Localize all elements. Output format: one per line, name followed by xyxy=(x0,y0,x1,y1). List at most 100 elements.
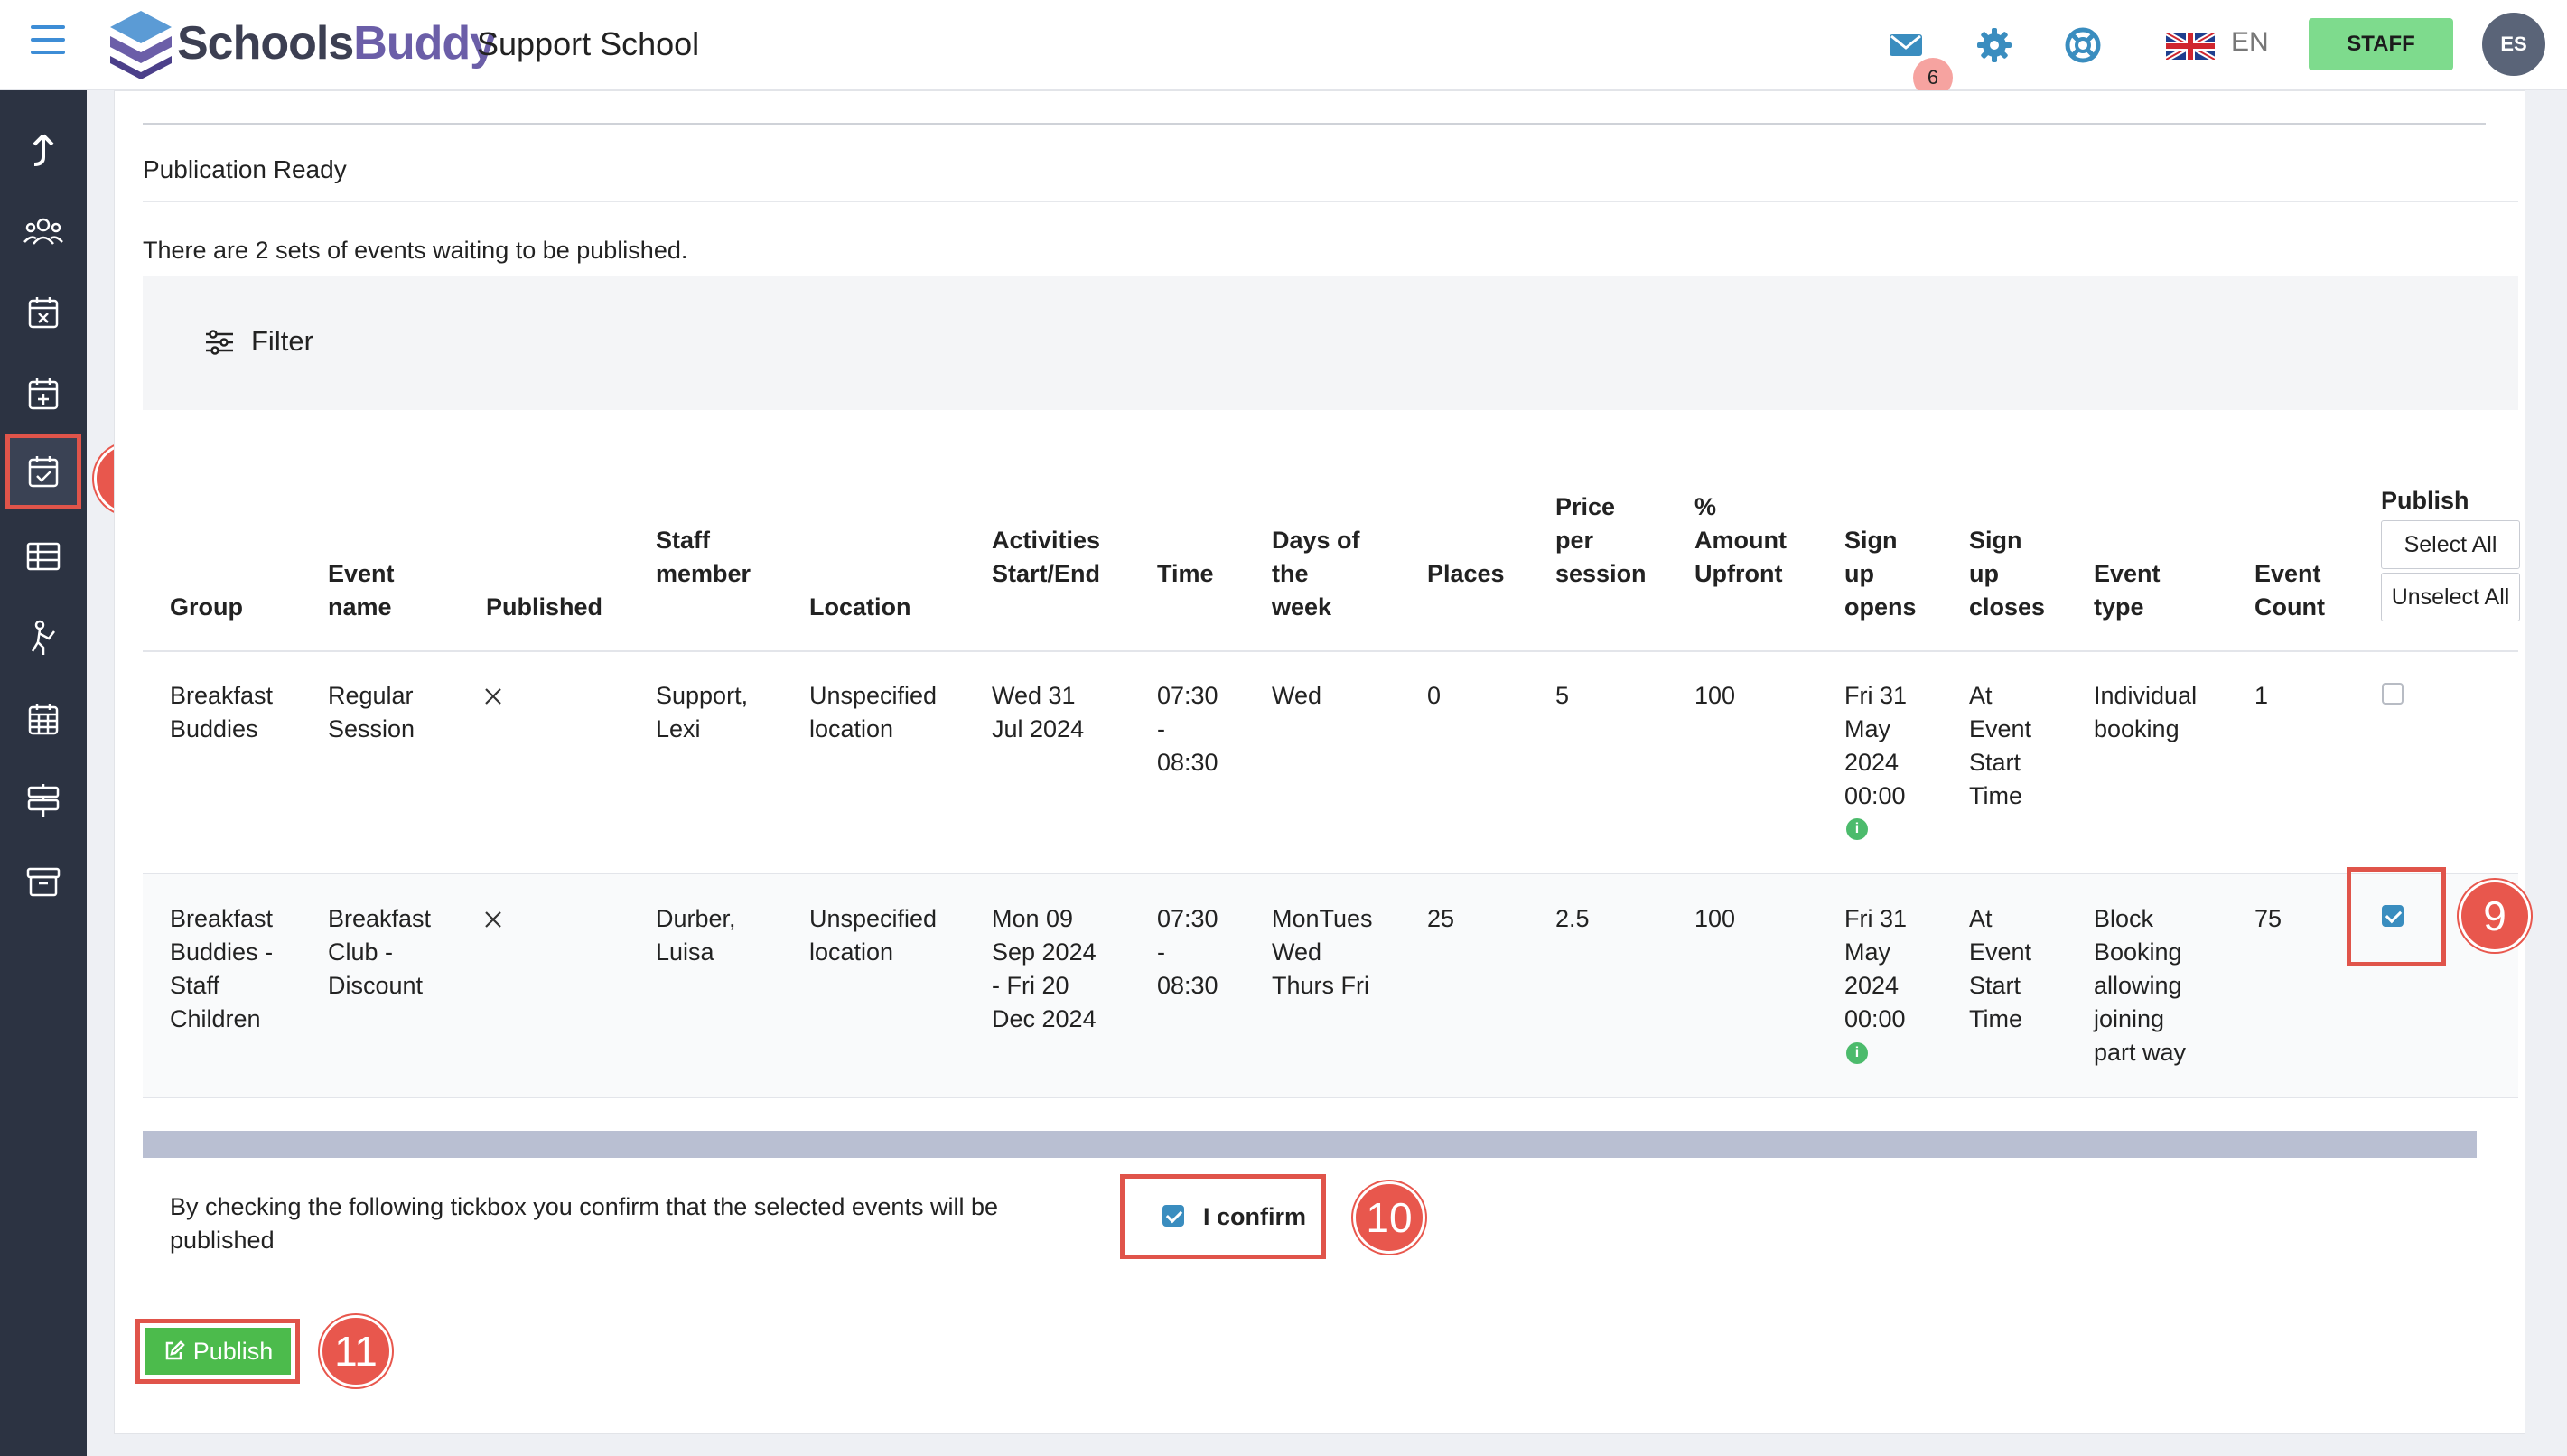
header-closes-line1[interactable]: Sign xyxy=(1969,524,2022,557)
sidebar-item-calendar[interactable] xyxy=(16,692,70,746)
filter-panel xyxy=(143,276,2518,410)
language-selector[interactable]: EN xyxy=(2231,27,2269,58)
sidebar-item-signpost[interactable] xyxy=(16,773,70,827)
row2-closes-line3: Start xyxy=(1969,972,2021,999)
row2-staff-line2: Luisa xyxy=(656,938,714,966)
row2-event-name-line3: Discount xyxy=(328,972,424,999)
school-name: Support School xyxy=(477,25,700,62)
header-event-name-line1[interactable]: Event xyxy=(328,557,395,591)
confirm-checkbox[interactable] xyxy=(1162,1205,1184,1227)
sidebar-item-calendar-cancel[interactable] xyxy=(16,285,70,340)
header-places[interactable]: Places xyxy=(1427,557,1505,591)
header-amount-line2[interactable]: Amount xyxy=(1694,524,1787,557)
calendar-plus-icon xyxy=(28,378,59,410)
header-count-line1[interactable]: Event xyxy=(2254,557,2321,591)
people-icon xyxy=(23,218,63,245)
filter-toggle[interactable]: Filter xyxy=(251,325,313,358)
row1-opens-line4: 00:00 xyxy=(1844,782,1906,809)
row1-publish-checkbox[interactable] xyxy=(2382,683,2404,705)
brand-part1: Schools xyxy=(177,17,354,70)
mail-icon[interactable] xyxy=(1886,25,1926,65)
row2-publish-checkbox[interactable] xyxy=(2382,905,2404,927)
row2-staff-line1: Durber, xyxy=(656,905,736,932)
header-type-line1[interactable]: Event xyxy=(2094,557,2161,591)
header-staff-line1[interactable]: Staff xyxy=(656,524,710,557)
table-bottom-divider xyxy=(143,1097,2518,1098)
header-staff-line2[interactable]: member xyxy=(656,557,751,591)
brand-part2: Buddy xyxy=(353,17,496,70)
row2-time-line1: 07:30 xyxy=(1157,905,1218,932)
header-closes-line3[interactable]: closes xyxy=(1969,591,2045,624)
row2-price: 2.5 xyxy=(1555,905,1590,932)
header-opens-line2[interactable]: up xyxy=(1844,557,1874,591)
header-published[interactable]: Published xyxy=(486,591,602,624)
row2-time-line3: 08:30 xyxy=(1157,972,1218,999)
row1-activities-line2: Jul 2024 xyxy=(992,715,1085,742)
menu-icon[interactable] xyxy=(31,25,65,54)
row1-opens-line3: 2024 xyxy=(1844,749,1900,776)
help-lifebuoy-icon[interactable] xyxy=(2063,25,2103,65)
header-amount-line1[interactable]: % xyxy=(1694,490,1716,524)
header-location[interactable]: Location xyxy=(809,591,911,624)
uk-flag-icon[interactable] xyxy=(2166,33,2215,60)
row2-group-line1: Breakfast xyxy=(170,905,274,932)
annotation-9: 9 xyxy=(2459,880,2531,952)
row2-location-line2: location xyxy=(809,938,894,966)
header-closes-line2[interactable]: up xyxy=(1969,557,1999,591)
annotation-11: 11 xyxy=(320,1315,392,1387)
row1-amount: 100 xyxy=(1694,682,1736,709)
confirm-label[interactable]: I confirm xyxy=(1203,1203,1306,1231)
row1-closes-line1: At xyxy=(1969,682,1993,709)
row1-time-line1: 07:30 xyxy=(1157,682,1218,709)
header-price-line3[interactable]: session xyxy=(1555,557,1647,591)
row2-opens-line3: 2024 xyxy=(1844,972,1900,999)
header-days-line2[interactable]: the xyxy=(1272,557,1309,591)
select-all-button[interactable]: Select All xyxy=(2381,520,2520,569)
calendar-grid-icon xyxy=(28,704,59,735)
row1-opens-line1: Fri 31 xyxy=(1844,682,1908,709)
unselect-all-button[interactable]: Unselect All xyxy=(2381,573,2520,621)
sidebar-item-calendar-add[interactable] xyxy=(16,367,70,421)
sidebar-item-upload[interactable] xyxy=(16,123,70,177)
header-price-line1[interactable]: Price xyxy=(1555,490,1615,524)
row1-opens-info-icon[interactable]: i xyxy=(1846,818,1868,840)
sidebar-item-publish-events[interactable] xyxy=(5,434,81,509)
row2-type-line5: part way xyxy=(2094,1039,2187,1066)
row1-group-line2: Buddies xyxy=(170,715,258,742)
row2-group-line2: Buddies - xyxy=(170,938,274,966)
header-type-line2[interactable]: type xyxy=(2094,591,2144,624)
header-days-line3[interactable]: week xyxy=(1272,591,1331,624)
header-time[interactable]: Time xyxy=(1157,557,1214,591)
publish-button[interactable]: Publish xyxy=(145,1328,291,1375)
signpost-icon xyxy=(27,784,60,817)
header-divider xyxy=(143,650,2518,652)
header-opens-line3[interactable]: opens xyxy=(1844,591,1917,624)
header-price-line2[interactable]: per xyxy=(1555,524,1593,557)
avatar[interactable]: ES xyxy=(2482,13,2545,76)
row2-amount: 100 xyxy=(1694,905,1736,932)
sidebar-item-table[interactable] xyxy=(16,529,70,583)
header-activities-line2[interactable]: Start/End xyxy=(992,557,1100,591)
sidebar-item-archive[interactable] xyxy=(16,854,70,909)
sidebar-item-people[interactable] xyxy=(16,204,70,258)
header-activities-line1[interactable]: Activities xyxy=(992,524,1100,557)
row2-group-line3: Staff xyxy=(170,972,220,999)
events-waiting-info: There are 2 sets of events waiting to be… xyxy=(143,237,688,264)
header-amount-line3[interactable]: Upfront xyxy=(1694,557,1782,591)
table-icon xyxy=(26,542,61,571)
header-opens-line1[interactable]: Sign xyxy=(1844,524,1898,557)
header-days-line1[interactable]: Days of xyxy=(1272,524,1360,557)
gear-icon[interactable] xyxy=(1974,25,2014,65)
header-count-line2[interactable]: Count xyxy=(2254,591,2325,624)
sliders-icon[interactable] xyxy=(204,329,235,356)
sidebar-item-activities[interactable] xyxy=(16,611,70,665)
row1-time-line2: - xyxy=(1157,715,1165,742)
row2-closes-line2: Event xyxy=(1969,938,2032,966)
row1-event-name-line1: Regular xyxy=(328,682,414,709)
row2-type-line4: joining xyxy=(2094,1005,2165,1032)
staff-button[interactable]: STAFF xyxy=(2309,18,2453,70)
header-event-name-line2[interactable]: name xyxy=(328,591,392,624)
row2-opens-info-icon[interactable]: i xyxy=(1846,1042,1868,1064)
row2-places: 25 xyxy=(1427,905,1455,932)
header-group[interactable]: Group xyxy=(170,591,243,624)
